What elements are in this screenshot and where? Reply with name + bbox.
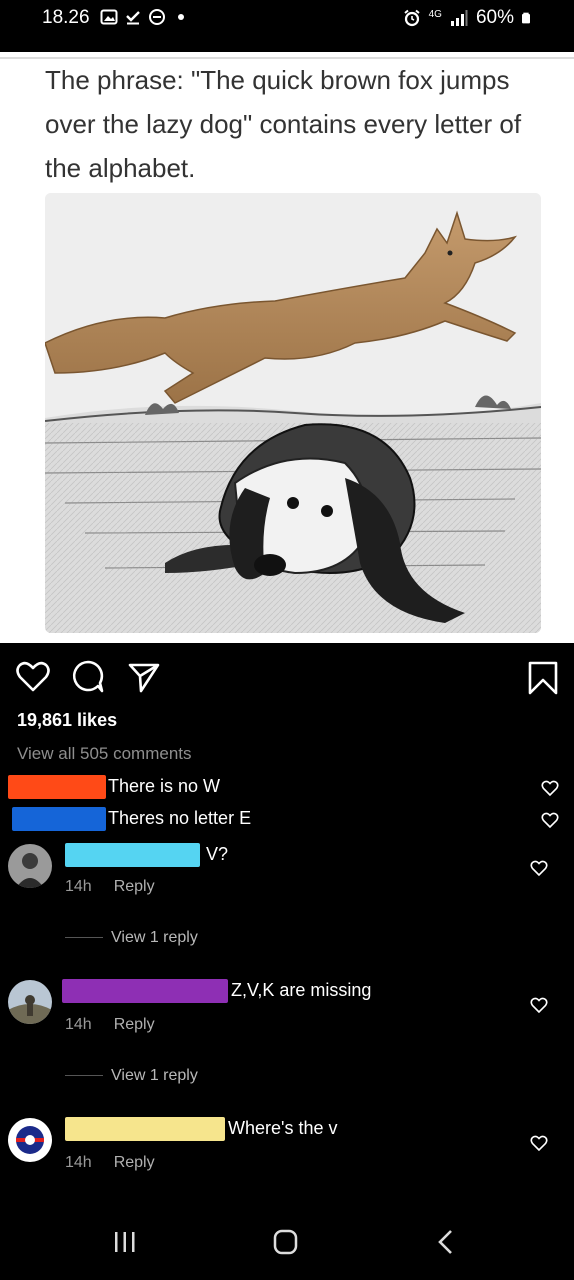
redacted-username [62,979,228,1003]
share-send-icon[interactable] [127,659,161,695]
commenter-avatar[interactable] [8,1118,52,1162]
comment-item: Theres no letter E [0,805,574,833]
battery-percent: 60% [475,7,514,28]
post-caption: The phrase: "The quick brown fox jumps o… [45,65,522,183]
likes-count[interactable]: 19,861 likes [17,710,117,731]
comment-meta: 14h Reply [65,1154,155,1172]
comment-like-heart-icon[interactable] [541,811,559,829]
redacted-username [8,775,106,799]
redacted-username [65,1117,225,1141]
comment-meta: 14h Reply [65,878,155,896]
view-replies-link[interactable]: View 1 reply [65,1067,198,1085]
notification-icons [100,8,190,26]
comment-bubble-icon[interactable] [71,659,105,695]
comment-like-heart-icon[interactable] [541,779,559,797]
recent-apps-icon[interactable] [110,1228,140,1258]
comment-like-heart-icon[interactable] [530,996,548,1014]
redacted-username [65,843,200,867]
view-replies-label: View 1 reply [111,1067,198,1084]
comment-time: 14h [65,1154,92,1171]
alarm-icon [403,9,420,27]
view-replies-label: View 1 reply [111,929,198,946]
reply-button[interactable]: Reply [114,1154,155,1171]
comment-text: Where's the v [228,1118,338,1138]
divider [65,1075,103,1077]
status-bar: 18.26 4G 60% [0,0,574,52]
save-bookmark-icon[interactable] [526,660,560,696]
signal-strength-icon [450,10,468,26]
comment-item: Z,V,K are missing 14h Reply View 1 reply [0,976,574,1086]
reply-button[interactable]: Reply [114,1016,155,1033]
post-image[interactable]: The phrase: "The quick brown fox jumps o… [0,52,574,643]
comment-item: V? 14h Reply View 1 reply [0,840,574,950]
like-heart-icon[interactable] [15,659,51,695]
comment-item: Where's the v 14h Reply [0,1114,574,1184]
commenter-avatar[interactable] [8,844,52,888]
commenter-avatar[interactable] [8,980,52,1024]
redacted-username [12,807,106,831]
comment-time: 14h [65,878,92,895]
battery-icon [522,12,530,24]
more-notifications-dot-icon [178,14,184,20]
status-time: 18.26 [42,7,90,28]
home-icon[interactable] [271,1228,301,1258]
divider [65,937,103,939]
view-all-comments-link[interactable]: View all 505 comments [17,744,192,764]
back-icon[interactable] [432,1228,462,1258]
comment-text: V? [206,844,229,864]
gallery-notification-icon [100,9,118,25]
network-type-label: 4G [428,9,442,20]
comment-like-heart-icon[interactable] [530,1134,548,1152]
system-icons: 4G 60% [403,7,534,29]
comment-text: Theres no letter E [108,808,252,828]
do-not-disturb-icon [149,9,165,25]
view-replies-link[interactable]: View 1 reply [65,929,198,947]
comment-text: There is no W [108,776,221,796]
post-actions [0,656,574,700]
comment-item: There is no W [0,773,574,801]
comment-text: Z,V,K are missing [231,980,372,1000]
system-navigation-bar [0,1200,574,1280]
fox-jumping-over-dog-illustration [45,193,541,633]
download-done-icon [126,11,140,25]
comment-like-heart-icon[interactable] [530,859,548,877]
comment-time: 14h [65,1016,92,1033]
comment-meta: 14h Reply [65,1016,155,1034]
reply-button[interactable]: Reply [114,878,155,895]
